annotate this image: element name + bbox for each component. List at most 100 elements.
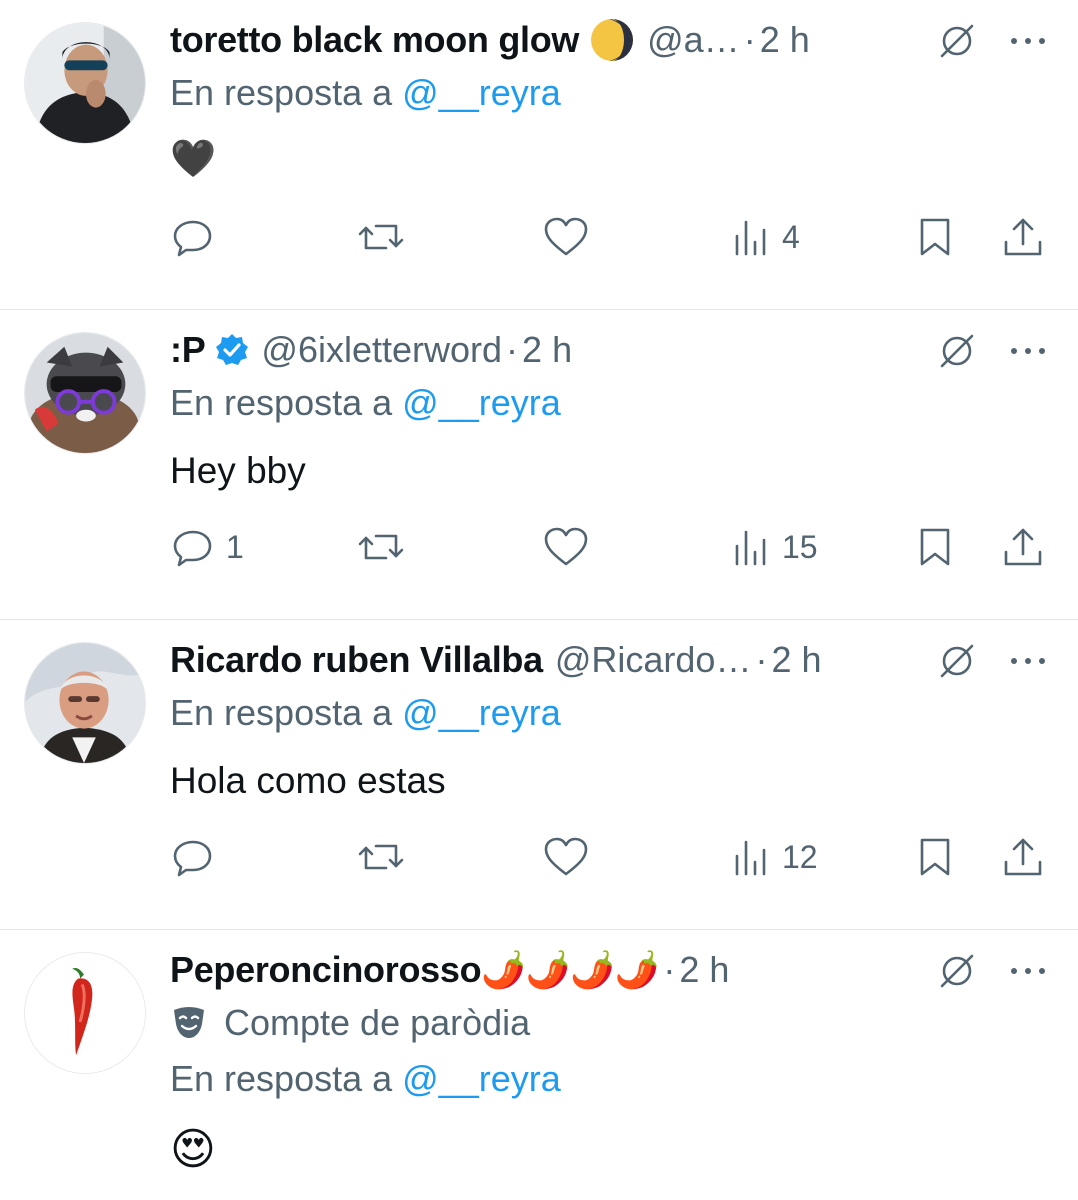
retweet-button[interactable] — [356, 522, 416, 572]
reply-mention[interactable]: @__reyra — [402, 382, 561, 423]
tweet-header: :P @6ixletterword · 2 h — [170, 324, 572, 376]
reply-button[interactable] — [170, 212, 226, 262]
more-options-icon[interactable] — [1000, 18, 1056, 64]
timestamp[interactable]: 2 h — [760, 19, 810, 61]
reply-icon — [173, 220, 212, 257]
like-button[interactable] — [542, 832, 600, 882]
share-button[interactable] — [1000, 832, 1046, 882]
tweet-header: Ricardo ruben Villalba @Ricardo… · 2 h — [170, 634, 821, 686]
parody-mask-icon — [170, 1004, 208, 1042]
grok-icon[interactable] — [934, 948, 980, 994]
reply-prefix: En resposta a — [170, 692, 393, 733]
share-icon — [1004, 838, 1042, 876]
user-handle[interactable]: @a… — [647, 19, 740, 61]
heart-icon — [544, 527, 588, 566]
heart-icon — [544, 217, 588, 256]
views-icon — [735, 840, 766, 876]
user-handle[interactable]: @Ricardo… — [555, 639, 752, 681]
tweet-header: Peperoncinorosso🌶️🌶️🌶️🌶️ · 2 h — [170, 944, 729, 996]
share-button[interactable] — [1000, 522, 1046, 572]
like-button[interactable] — [542, 522, 600, 572]
display-name[interactable]: Peperoncinorosso🌶️🌶️🌶️🌶️ — [170, 949, 660, 991]
separator-dot: · — [506, 329, 519, 370]
views-button[interactable]: 12 — [732, 832, 818, 882]
tweet[interactable]: :P @6ixletterword · 2 h En resposta a @_… — [0, 310, 1078, 620]
tweet-text: Hey bby — [170, 450, 306, 491]
parody-label: Compte de paròdia — [170, 1002, 530, 1044]
reply-button[interactable] — [170, 832, 226, 882]
views-count: 4 — [782, 218, 800, 255]
reply-context: En resposta a @__reyra — [170, 72, 561, 114]
share-button[interactable] — [1000, 212, 1046, 262]
retweet-button[interactable] — [356, 832, 416, 882]
user-handle[interactable]: @6ixletterword — [261, 329, 502, 371]
timestamp[interactable]: 2 h — [522, 329, 572, 371]
reply-icon — [173, 530, 212, 567]
views-button[interactable]: 15 — [732, 522, 818, 572]
separator-dot: · — [743, 19, 756, 60]
bookmark-button[interactable] — [914, 212, 956, 262]
avatar[interactable] — [24, 332, 146, 454]
tweet-header: toretto black moon glow @a… · 2 h — [170, 14, 810, 66]
separator-dot: · — [663, 949, 676, 990]
reply-context: En resposta a @__reyra — [170, 1058, 561, 1100]
bookmark-button[interactable] — [914, 832, 956, 882]
bookmark-button[interactable] — [914, 522, 956, 572]
tweet-text: 🖤 — [170, 138, 217, 179]
reply-button[interactable]: 1 — [170, 522, 244, 572]
reply-prefix: En resposta a — [170, 72, 393, 113]
action-bar: 1 15 — [170, 522, 1050, 572]
grok-icon[interactable] — [934, 18, 980, 64]
tweet[interactable]: toretto black moon glow @a… · 2 h En res… — [0, 0, 1078, 310]
timestamp[interactable]: 2 h — [771, 639, 821, 681]
heart-icon — [544, 837, 588, 876]
views-count: 15 — [782, 528, 818, 565]
reply-prefix: En resposta a — [170, 382, 393, 423]
grok-icon[interactable] — [934, 328, 980, 374]
share-icon — [1004, 218, 1042, 256]
share-icon — [1004, 528, 1042, 566]
reply-icon — [173, 840, 212, 877]
tweet-text: Hola como estas — [170, 760, 446, 801]
retweet-icon — [358, 224, 404, 250]
display-name[interactable]: :P — [170, 329, 206, 371]
reply-count: 1 — [226, 528, 244, 565]
more-options-icon[interactable] — [1000, 948, 1056, 994]
avatar[interactable] — [24, 642, 146, 764]
tweet-text: 😍 — [170, 1125, 216, 1174]
reply-prefix: En resposta a — [170, 1058, 393, 1099]
views-button[interactable]: 4 — [732, 212, 800, 262]
reply-context: En resposta a @__reyra — [170, 382, 561, 424]
verified-badge-icon — [215, 333, 249, 367]
avatar[interactable] — [24, 952, 146, 1074]
bookmark-icon — [920, 838, 950, 876]
views-count: 12 — [782, 838, 818, 875]
views-icon — [735, 220, 766, 256]
reply-context: En resposta a @__reyra — [170, 692, 561, 734]
retweet-button[interactable] — [356, 212, 416, 262]
reply-mention[interactable]: @__reyra — [402, 72, 561, 113]
timestamp[interactable]: 2 h — [679, 949, 729, 991]
bookmark-icon — [920, 218, 950, 256]
retweet-icon — [358, 534, 404, 560]
more-options-icon[interactable] — [1000, 328, 1056, 374]
bookmark-icon — [920, 528, 950, 566]
action-bar: 12 — [170, 832, 1050, 882]
tweet[interactable]: Peperoncinorosso🌶️🌶️🌶️🌶️ · 2 h Compte de… — [0, 930, 1078, 1200]
display-name[interactable]: toretto black moon glow — [170, 19, 579, 61]
tweet[interactable]: Ricardo ruben Villalba @Ricardo… · 2 h E… — [0, 620, 1078, 930]
action-bar: 4 — [170, 212, 1050, 262]
like-button[interactable] — [542, 212, 600, 262]
retweet-icon — [358, 844, 404, 870]
reply-feed: toretto black moon glow @a… · 2 h En res… — [0, 0, 1078, 1200]
more-options-icon[interactable] — [1000, 638, 1056, 684]
parody-text: Compte de paròdia — [224, 1002, 531, 1043]
display-name[interactable]: Ricardo ruben Villalba — [170, 639, 543, 681]
reply-mention[interactable]: @__reyra — [402, 1058, 561, 1099]
moon-emoji-icon — [589, 17, 635, 63]
views-icon — [735, 530, 766, 566]
separator-dot: · — [755, 639, 768, 680]
reply-mention[interactable]: @__reyra — [402, 692, 561, 733]
avatar[interactable] — [24, 22, 146, 144]
grok-icon[interactable] — [934, 638, 980, 684]
